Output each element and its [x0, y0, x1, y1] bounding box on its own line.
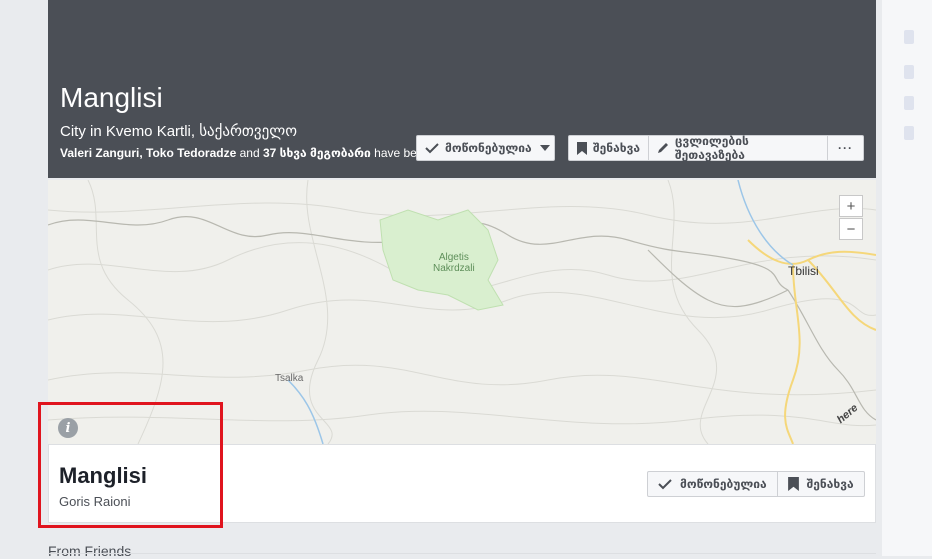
place-name[interactable]: Manglisi — [59, 463, 147, 489]
sidebar-icon[interactable] — [904, 96, 914, 110]
info-icon[interactable]: i — [58, 418, 78, 438]
zoom-out-button[interactable]: − — [839, 218, 863, 240]
suggest-edits-label: ცვლილების შეთავაზება — [675, 134, 749, 162]
sidebar-icon[interactable] — [904, 126, 914, 140]
map-view[interactable]: Algetis Nakrdzali Tbilisi Tsalka + − her… — [48, 180, 876, 444]
park-label-line1: Algetis — [438, 252, 469, 263]
map-label-park: Algetis Nakrdzali — [433, 252, 475, 274]
place-save-button[interactable]: შენახვა — [778, 472, 864, 496]
zoom-in-button[interactable]: + — [839, 195, 863, 217]
park-label-line2: Nakrdzali — [433, 263, 475, 274]
cover-action-group: შენახვა ცვლილების შეთავაზება ··· — [568, 134, 864, 162]
page-title: Manglisi — [60, 82, 163, 113]
place-card: Manglisi Goris Raioni მოწონებულია შენახვ… — [48, 444, 876, 523]
more-icon: ··· — [838, 141, 853, 155]
right-sidebar-strip — [882, 0, 932, 556]
bookmark-icon — [577, 141, 587, 155]
caret-down-icon — [539, 145, 550, 151]
map-label-tsalka: Tsalka — [275, 373, 304, 384]
liked-dropdown-button[interactable]: მოწონებულია — [416, 135, 555, 161]
sidebar-icon[interactable] — [904, 65, 914, 79]
sidebar-icon[interactable] — [904, 30, 914, 44]
from-friends-heading: From Friends — [48, 543, 132, 559]
friends-names-link[interactable]: Valeri Zanguri, Toko Tedoradze — [60, 146, 236, 160]
friends-count-link[interactable]: 37 სხვა მეგობარი — [263, 146, 371, 160]
map-label-tbilisi: Tbilisi — [788, 264, 819, 278]
place-liked-button[interactable]: მოწონებულია — [648, 472, 778, 496]
cover-header: Manglisi City in Kvemo Kartli, საქართველ… — [48, 0, 876, 178]
place-liked-label: მოწონებულია — [680, 477, 767, 491]
friends-suffix: have been here — [374, 146, 416, 160]
divider — [48, 553, 876, 554]
save-button[interactable]: შენახვა — [569, 136, 649, 160]
map-terrain — [48, 180, 876, 444]
place-region: Goris Raioni — [59, 494, 131, 509]
page-subtitle: City in Kvemo Kartli, საქართველო — [60, 123, 297, 140]
suggest-edits-button[interactable]: ცვლილების შეთავაზება — [649, 134, 828, 162]
bookmark-icon — [787, 477, 799, 491]
more-options-button[interactable]: ··· — [828, 136, 863, 160]
check-icon — [658, 479, 672, 490]
friends-and: and — [236, 146, 263, 160]
check-icon — [425, 143, 439, 154]
save-label: შენახვა — [593, 141, 640, 155]
place-card-actions: მოწონებულია შენახვა — [647, 471, 865, 497]
liked-label: მოწონებულია — [445, 141, 532, 155]
friends-visited-text: Valeri Zanguri, Toko Tedoradze and 37 სხ… — [60, 146, 416, 160]
pencil-icon — [658, 143, 668, 153]
place-save-label: შენახვა — [806, 477, 854, 491]
